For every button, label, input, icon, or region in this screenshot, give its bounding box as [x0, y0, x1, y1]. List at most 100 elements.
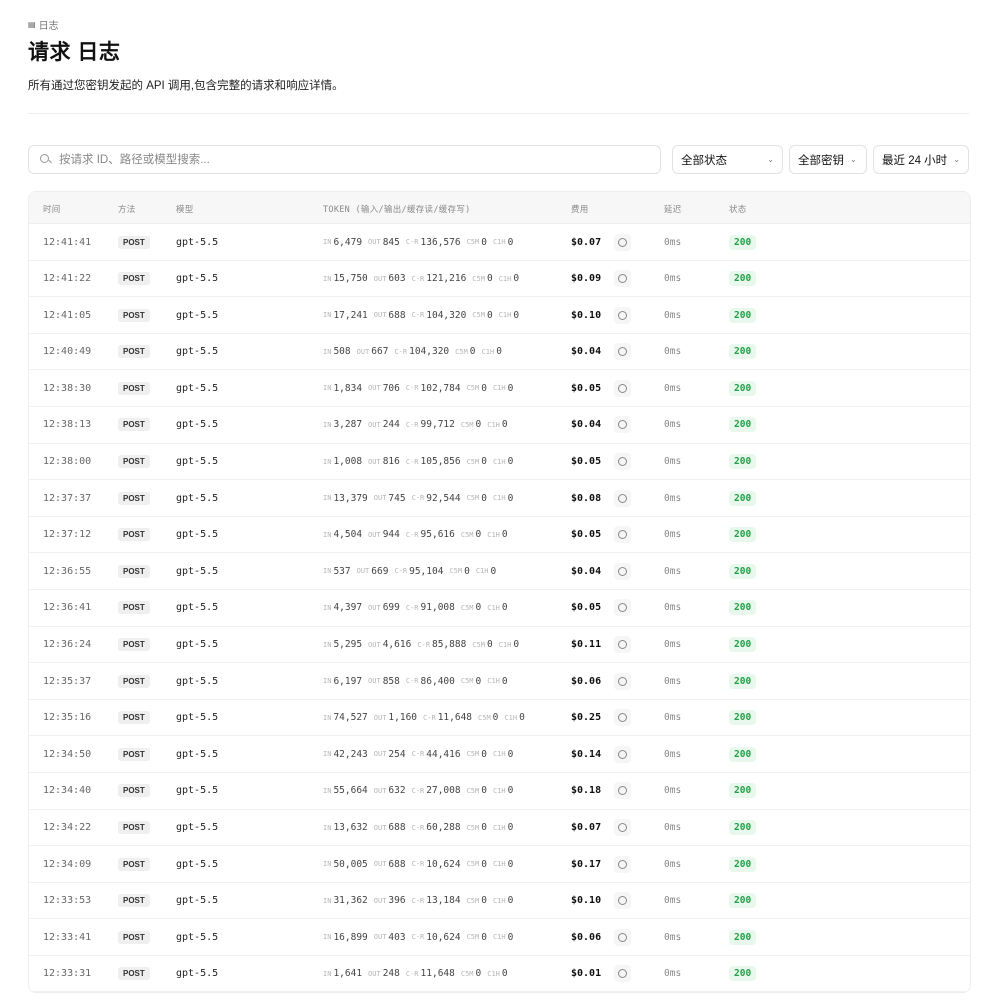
token-value-c5m: 0 [486, 273, 493, 285]
token-label-cr: C-R [411, 860, 425, 869]
cost-info-cell [614, 846, 631, 882]
request-time: 12:36:55 [43, 565, 92, 577]
token-value-c5m: 0 [481, 785, 487, 797]
search-box[interactable] [28, 145, 661, 174]
token-label-c5m: C5M [466, 860, 480, 869]
token-label-c1h: C1H [498, 274, 512, 283]
cost-info-cell [614, 956, 631, 992]
table-row[interactable]: 12:41:05 POST gpt-5.5 IN 17,241 OUT 688 C-R 104,… [29, 297, 970, 334]
status-badge: 200 [729, 673, 757, 689]
search-input[interactable] [57, 152, 641, 167]
document-icon: ▤ [28, 20, 36, 29]
info-icon[interactable] [614, 453, 631, 471]
table-row[interactable]: 12:41:22 POST gpt-5.5 IN 15,750 OUT 603 C-R 121,… [29, 261, 970, 298]
table-row[interactable]: 12:34:22 POST gpt-5.5 IN 13,632 OUT 688 C-R 60,2… [29, 810, 970, 847]
token-value-cr: 104,320 [426, 309, 467, 321]
table-row[interactable]: 12:33:53 POST gpt-5.5 IN 31,362 OUT 396 C-R 13,1… [29, 883, 970, 920]
info-icon[interactable] [614, 562, 631, 580]
token-label-c1h: C1H [487, 677, 500, 686]
header-divider [28, 113, 969, 114]
key-filter-dropdown[interactable]: 全部密钥 ⌄ [789, 145, 867, 174]
status-cell: 200 [729, 407, 757, 443]
info-icon[interactable] [614, 379, 631, 397]
request-latency: 0ms [664, 492, 682, 504]
table-row[interactable]: 12:38:13 POST gpt-5.5 IN 3,287 OUT 244 C-R 99,71… [29, 407, 970, 444]
token-label-cr: C-R [411, 933, 425, 942]
token-usage: IN 4,397 OUT 699 C-R 91,008 C5M 0 C1H 0 [323, 590, 514, 626]
table-row[interactable]: 12:36:55 POST gpt-5.5 IN 537 OUT 669 C-R 95,104 C… [29, 553, 970, 590]
token-label-c1h: C1H [481, 347, 495, 356]
table-row[interactable]: 12:35:16 POST gpt-5.5 IN 74,527 OUT 1,160 C-R 11… [29, 700, 970, 737]
table-row[interactable]: 12:35:37 POST gpt-5.5 IN 6,197 OUT 858 C-R 86,40… [29, 663, 970, 700]
table-row[interactable]: 12:37:12 POST gpt-5.5 IN 4,504 OUT 944 C-R 95,61… [29, 517, 970, 554]
method-badge: POST [118, 601, 150, 615]
token-label-cr: C-R [405, 384, 419, 393]
table-row[interactable]: 12:33:41 POST gpt-5.5 IN 16,899 OUT 403 C-R 10,6… [29, 919, 970, 956]
column-header-cost: 费用 [571, 205, 589, 215]
info-icon[interactable] [614, 928, 631, 946]
time-range-dropdown[interactable]: 最近 24 小时 ⌄ [873, 145, 969, 174]
method-cell: POST [118, 444, 150, 480]
table-row[interactable]: 12:34:40 POST gpt-5.5 IN 55,664 OUT 632 C-R 27,0… [29, 773, 970, 810]
info-icon[interactable] [614, 892, 631, 910]
token-value-c5m: 0 [486, 309, 493, 321]
info-icon[interactable] [614, 233, 631, 251]
token-label-out: OUT [356, 347, 370, 356]
token-value-c5m: 0 [475, 602, 482, 614]
table-row[interactable]: 12:37:37 POST gpt-5.5 IN 13,379 OUT 745 C-R 92,5… [29, 480, 970, 517]
token-value-out: 254 [388, 748, 406, 760]
info-icon[interactable] [614, 489, 631, 507]
info-icon[interactable] [614, 636, 631, 654]
method-cell: POST [118, 627, 150, 663]
info-icon[interactable] [614, 306, 631, 324]
request-cost: $0.07 [571, 822, 602, 833]
token-usage: IN 50,005 OUT 688 C-R 10,624 C5M 0 C1H 0 [323, 846, 519, 882]
token-label-c1h: C1H [492, 786, 506, 795]
token-label-c5m: C5M [460, 420, 474, 429]
request-time: 12:40:49 [43, 346, 92, 358]
request-time: 12:38:30 [43, 382, 92, 394]
request-time: 12:34:22 [43, 822, 92, 833]
method-badge: POST [118, 930, 150, 944]
table-header: 时间 方法 模型 TOKEN (输入/输出/缓存读/缓存写) 费用 延迟 状态 [29, 192, 970, 224]
method-badge: POST [118, 674, 150, 688]
method-cell: POST [118, 883, 150, 919]
cost-info-cell [614, 334, 631, 370]
request-time: 12:38:00 [43, 456, 92, 468]
info-icon[interactable] [614, 782, 631, 800]
token-label-c1h: C1H [492, 896, 506, 905]
token-value-out: 845 [382, 236, 400, 248]
model-name: gpt-5.5 [176, 675, 219, 687]
model-name: gpt-5.5 [176, 931, 219, 943]
method-cell: POST [118, 810, 150, 846]
info-icon[interactable] [614, 343, 631, 361]
status-badge: 200 [729, 563, 757, 579]
info-icon[interactable] [614, 745, 631, 763]
table-row[interactable]: 12:36:41 POST gpt-5.5 IN 4,397 OUT 699 C-R 91,00… [29, 590, 970, 627]
info-icon[interactable] [614, 819, 631, 836]
model-name: gpt-5.5 [176, 529, 219, 541]
info-icon[interactable] [614, 709, 631, 727]
table-row[interactable]: 12:36:24 POST gpt-5.5 IN 5,295 OUT 4,616 C-R 85,… [29, 627, 970, 664]
table-row[interactable]: 12:33:31 POST gpt-5.5 IN 1,641 OUT 248 C-R 11,64… [29, 956, 970, 993]
token-value-cr: 95,104 [409, 565, 444, 577]
info-icon[interactable] [614, 599, 631, 617]
token-value-cr: 13,184 [426, 895, 461, 907]
info-icon[interactable] [614, 672, 631, 690]
table-row[interactable]: 12:41:41 POST gpt-5.5 IN 6,479 OUT 845 C-R 136,5… [29, 224, 970, 261]
table-row[interactable]: 12:38:30 POST gpt-5.5 IN 1,834 OUT 706 C-R 102,7… [29, 370, 970, 407]
token-label-out: OUT [373, 786, 387, 795]
info-icon[interactable] [614, 416, 631, 434]
table-row[interactable]: 12:34:50 POST gpt-5.5 IN 42,243 OUT 254 C-R 44,4… [29, 736, 970, 773]
table-row[interactable]: 12:40:49 POST gpt-5.5 IN 508 OUT 667 C-R 104,320… [29, 334, 970, 371]
info-icon[interactable] [614, 526, 631, 544]
info-icon[interactable] [614, 270, 631, 288]
token-label-in: IN [323, 311, 332, 320]
table-row[interactable]: 12:34:09 POST gpt-5.5 IN 50,005 OUT 688 C-R 10,6… [29, 846, 970, 883]
method-badge: POST [118, 235, 150, 249]
status-filter-dropdown[interactable]: 全部状态 ⌄ [672, 145, 783, 174]
info-icon[interactable] [614, 855, 631, 873]
table-row[interactable]: 12:38:00 POST gpt-5.5 IN 1,008 OUT 816 C-R 105,8… [29, 444, 970, 481]
breadcrumb-label[interactable]: 日志 [39, 17, 59, 32]
info-icon[interactable] [614, 965, 631, 983]
